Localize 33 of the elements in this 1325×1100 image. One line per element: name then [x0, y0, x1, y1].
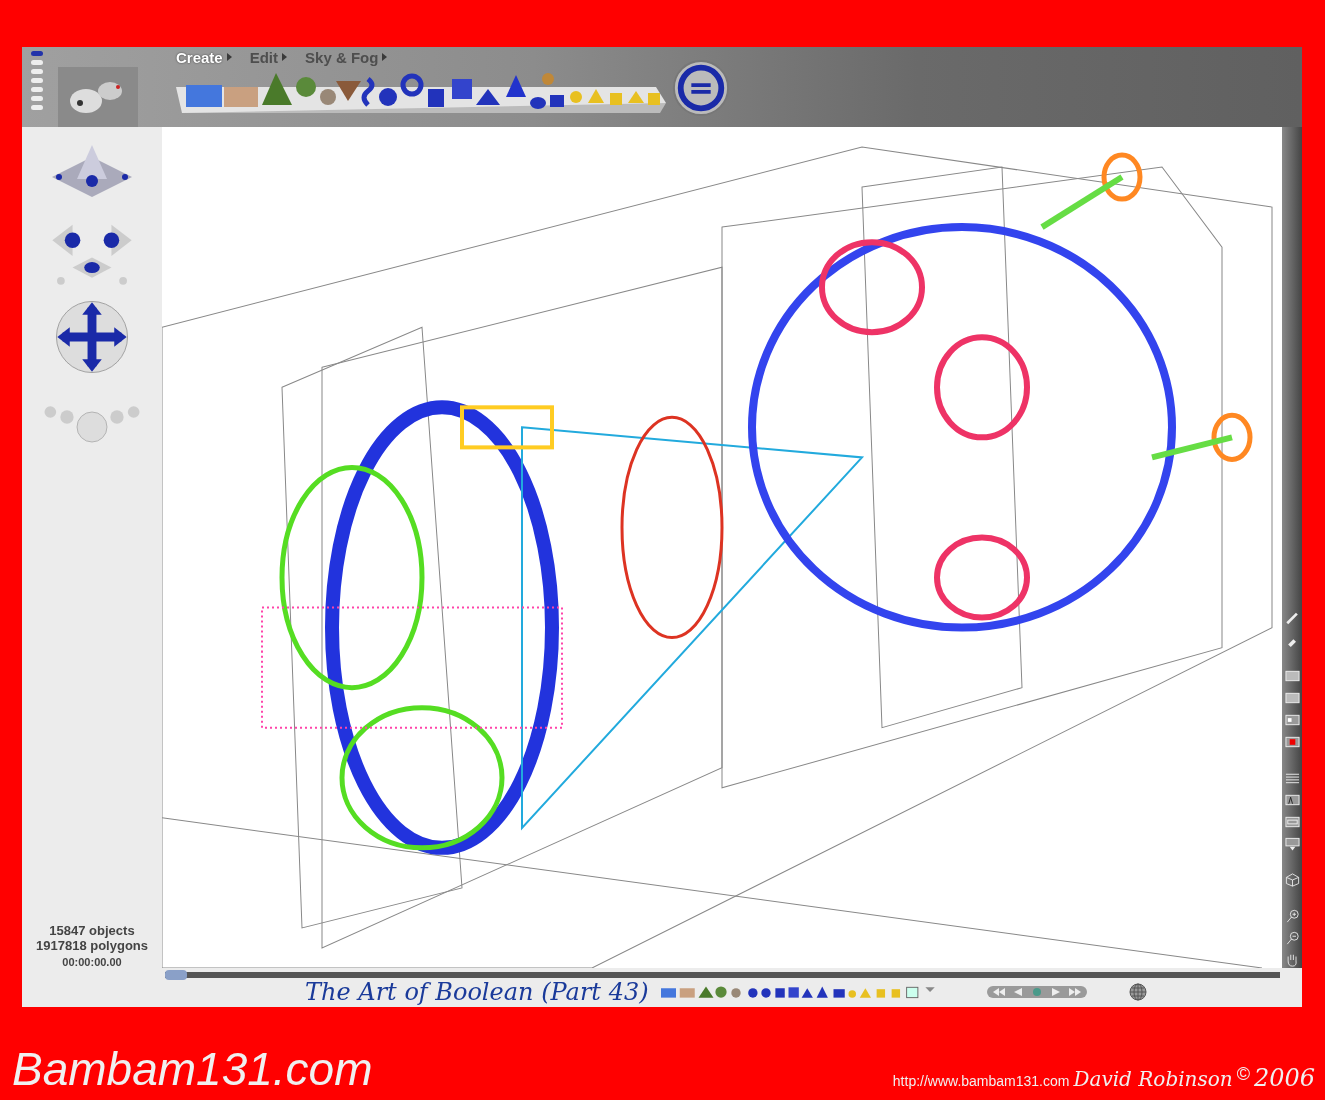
pencil-icon[interactable] [1284, 611, 1300, 625]
frame-icon[interactable] [1284, 669, 1300, 683]
menu-tab[interactable]: Sky & Fog [305, 48, 379, 66]
site-name: Bambam131.com [12, 1042, 373, 1096]
author-signature: David Robinson [1073, 1067, 1233, 1091]
polygon-count: 1917818 polygons [36, 938, 148, 953]
submenu-arrow-icon [282, 53, 288, 61]
globe-icon[interactable] [1128, 983, 1147, 1001]
record-icon[interactable] [1284, 735, 1300, 749]
letter-tool-icon[interactable] [1284, 793, 1300, 807]
film-frame-icon[interactable] [1284, 815, 1300, 829]
view-toggle-icon[interactable] [30, 51, 44, 113]
square-tool-icon[interactable] [1284, 713, 1300, 727]
menu-tab[interactable]: Create [176, 48, 223, 66]
wireframe-cube-icon[interactable] [1284, 873, 1300, 887]
object-count: 15847 objects [49, 923, 135, 938]
grid-dropdown-icon[interactable] [1284, 837, 1300, 851]
zoom-in-icon[interactable] [1284, 909, 1300, 923]
timecode: 00:00:00.00 [62, 956, 122, 968]
website-link[interactable]: http://www.bambam131.com [892, 1073, 1070, 1089]
lines-icon[interactable] [1284, 771, 1300, 785]
submenu-arrow-icon [382, 53, 388, 61]
submenu-arrow-icon [226, 53, 232, 61]
zoom-out-icon[interactable] [1284, 931, 1300, 945]
timeline-thumb[interactable] [165, 970, 187, 980]
hand-icon[interactable] [1284, 953, 1300, 967]
timeline-slider[interactable] [165, 972, 1280, 978]
document-title: The Art of Boolean (Part 43) [305, 978, 649, 1006]
page-icon[interactable] [1284, 691, 1300, 705]
menu-tab[interactable]: Edit [249, 48, 279, 66]
scene-preview-drawing[interactable] [58, 67, 138, 127]
copyright-mark: © [1236, 1064, 1250, 1085]
copyright-year: 2006 [1253, 1064, 1315, 1092]
